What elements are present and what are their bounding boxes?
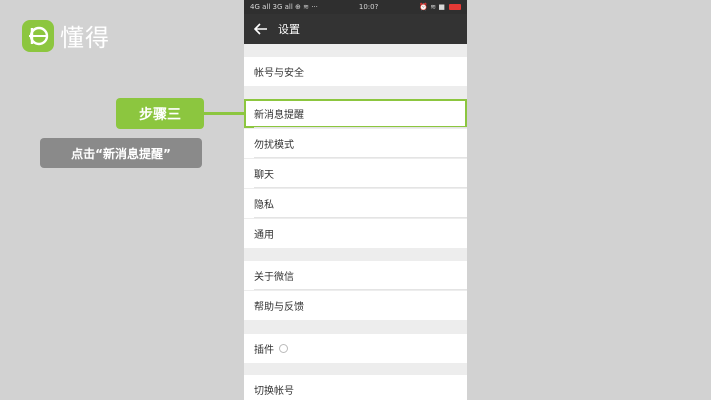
settings-item-label: 新消息提醒 (254, 110, 304, 121)
settings-item-privacy[interactable]: 隐私 (244, 189, 467, 218)
step-connector (204, 112, 244, 115)
battery-icon (449, 4, 461, 10)
status-icons: ⏰ ≋ ■ (419, 3, 461, 11)
plugin-badge-icon (279, 344, 288, 353)
status-time: 10:0? (358, 3, 379, 11)
status-icon-group: ⏰ ≋ ■ (419, 3, 445, 11)
arrow-left-icon (254, 23, 267, 35)
settings-item-label: 切换帐号 (254, 386, 294, 397)
brand-name: 懂得 (60, 24, 110, 52)
settings-item-label: 通用 (254, 230, 274, 241)
settings-item-about[interactable]: 关于微信 (244, 261, 467, 290)
settings-item-label: 聊天 (254, 170, 274, 181)
settings-item-label: 帮助与反馈 (254, 302, 304, 313)
settings-item-label: 关于微信 (254, 272, 294, 283)
settings-item-switch-account[interactable]: 切换帐号 (244, 375, 467, 400)
brand-logo: 懂得 (22, 18, 110, 53)
status-bar: 4G all 3G all ⊕ ≋ ··· 10:0? ⏰ ≋ ■ (244, 0, 467, 14)
settings-item-do-not-disturb[interactable]: 勿扰模式 (244, 129, 467, 158)
settings-item-general[interactable]: 通用 (244, 219, 467, 248)
settings-item-label: 帐号与安全 (254, 68, 304, 79)
back-button[interactable] (248, 14, 274, 44)
settings-item-label: 隐私 (254, 200, 274, 211)
nav-bar: 设置 (244, 14, 467, 44)
step-instruction: 点击“新消息提醒” (40, 138, 202, 168)
settings-item-new-message-alert[interactable]: 新消息提醒 (244, 99, 467, 128)
brand-logo-icon (22, 19, 54, 52)
page-title: 设置 (278, 23, 300, 36)
status-carrier: 4G all 3G all ⊕ ≋ ··· (250, 3, 318, 11)
settings-item-account-security[interactable]: 帐号与安全 (244, 57, 467, 86)
step-badge: 步骤三 (116, 98, 204, 129)
settings-item-plugins[interactable]: 插件 (244, 334, 467, 363)
settings-item-label: 插件 (254, 345, 274, 356)
settings-item-help-feedback[interactable]: 帮助与反馈 (244, 291, 467, 320)
settings-item-chat[interactable]: 聊天 (244, 159, 467, 188)
settings-item-label: 勿扰模式 (254, 140, 294, 151)
phone-screen: 4G all 3G all ⊕ ≋ ··· 10:0? ⏰ ≋ ■ 设置 帐号与… (244, 0, 467, 400)
